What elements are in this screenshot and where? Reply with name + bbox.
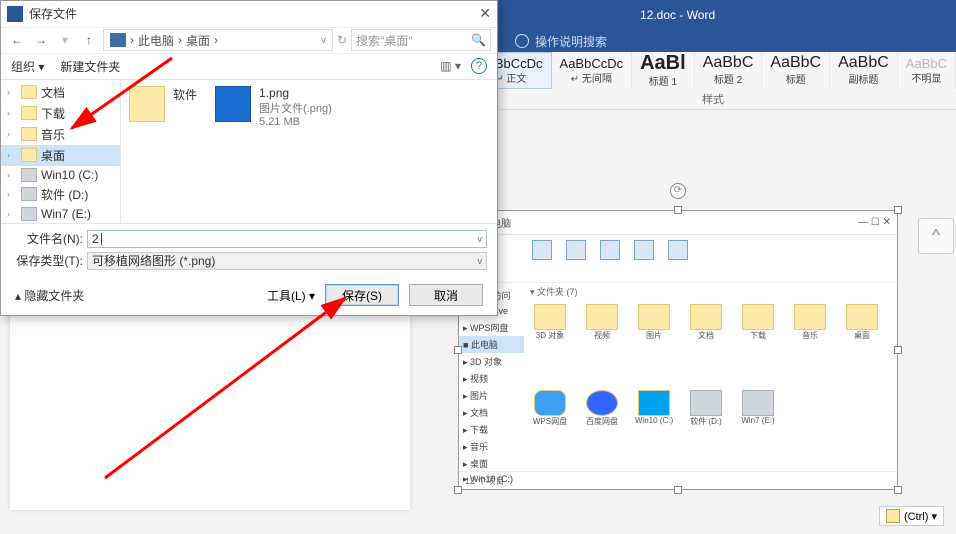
forward-button[interactable]: → [31, 33, 51, 47]
tree-item[interactable]: ›桌面 [1, 145, 120, 166]
search-placeholder: 搜索"桌面" [356, 32, 413, 49]
app-icon [7, 6, 23, 22]
file-list[interactable]: 软件 1.png图片文件(.png)5.21 MB [121, 80, 497, 223]
tool-icon [532, 240, 552, 260]
tools-menu[interactable]: 工具(L) ▾ [267, 287, 315, 304]
tree-item[interactable]: ›下载 [1, 103, 120, 124]
styles-gallery[interactable]: AaBbCcDc↵ 正文AaBbCcDc↵ 无间隔AaBl标题 1AaBbC标题… [470, 52, 956, 89]
dialog-footer: ▴ 隐藏文件夹 工具(L) ▾ 保存(S) 取消 [1, 276, 497, 315]
back-button[interactable]: ← [7, 33, 27, 47]
resize-handle[interactable] [454, 486, 462, 494]
resize-handle[interactable] [674, 206, 682, 214]
resize-handle[interactable] [454, 346, 462, 354]
paste-options-button[interactable]: (Ctrl) ▾ [879, 506, 944, 526]
style-item[interactable]: AaBbC标题 [762, 52, 830, 89]
filetype-label: 保存类型(T): [11, 252, 83, 269]
dialog-navbar: ← → ▾ ↑ › 此电脑 › 桌面 › v ↻ 搜索"桌面" 🔍 [1, 27, 497, 55]
clipboard-icon [886, 509, 900, 523]
filetype-combo[interactable]: 可移植网络图形 (*.png) v [87, 252, 487, 270]
explorer-window-controls: — ☐ ✕ [858, 217, 891, 228]
explorer-grid: 3D 对象视频图片文档下载音乐桌面 [524, 300, 897, 386]
dialog-command-bar: 组织 ▾ 新建文件夹 ▥ ▾ ? [1, 54, 497, 80]
breadcrumb[interactable]: › 此电脑 › 桌面 › v [103, 29, 333, 51]
tool-icon [566, 240, 586, 260]
close-button[interactable]: ✕ [479, 5, 491, 22]
style-item[interactable]: AaBbC副标题 [830, 52, 898, 89]
search-input[interactable]: 搜索"桌面" 🔍 [351, 29, 491, 51]
collapse-ribbon-button[interactable]: ^ [918, 218, 954, 254]
style-item[interactable]: AaBbC不明显 [898, 52, 956, 89]
hide-folders-toggle[interactable]: ▴ 隐藏文件夹 [15, 287, 84, 304]
file-item[interactable]: 1.png图片文件(.png)5.21 MB [215, 86, 332, 128]
breadcrumb-item[interactable]: 桌面 [186, 32, 210, 49]
tell-me-text: 操作说明搜索 [535, 33, 607, 50]
help-button[interactable]: ? [471, 58, 487, 74]
cancel-button[interactable]: 取消 [409, 284, 483, 306]
save-button[interactable]: 保存(S) [325, 284, 399, 306]
inserted-image[interactable]: ⟳ ▮ ▸ 此电脑 — ☐ ✕ ☆ 快速访问▸ OneDrive▸ WPS网盘■… [458, 210, 898, 490]
tree-item[interactable]: ›文档 [1, 82, 120, 103]
folder-group-label: ▾ 文件夹 (7) [524, 283, 897, 300]
resize-handle[interactable] [894, 346, 902, 354]
search-icon: 🔍 [471, 33, 486, 47]
pc-icon [110, 33, 126, 47]
paste-options-label: (Ctrl) ▾ [904, 510, 937, 523]
filename-label: 文件名(N): [11, 230, 83, 247]
filetype-value: 可移植网络图形 (*.png) [92, 252, 215, 269]
word-title-text: 12.doc - Word [640, 8, 715, 22]
resize-handle[interactable] [894, 486, 902, 494]
explorer-toolbar [459, 235, 897, 283]
tree-item[interactable]: ›Win10 (C:) [1, 166, 120, 184]
organize-menu[interactable]: 组织 ▾ [11, 58, 44, 75]
tool-icon [634, 240, 654, 260]
rotate-handle-icon[interactable]: ⟳ [670, 183, 686, 199]
filename-value: 2 [92, 232, 99, 246]
style-item[interactable]: AaBl标题 1 [632, 52, 695, 89]
save-file-dialog: 保存文件 ✕ ← → ▾ ↑ › 此电脑 › 桌面 › v ↻ 搜索"桌面" 🔍… [0, 0, 498, 316]
tool-icon [600, 240, 620, 260]
bulb-icon [515, 34, 529, 48]
folder-tree[interactable]: ›文档›下载›音乐›桌面›Win10 (C:)›软件 (D:)›Win7 (E:… [1, 80, 121, 223]
tree-item[interactable]: ›Win7 (E:) [1, 205, 120, 223]
explorer-grid: WPS网盘百度网盘Win10 (C:)软件 (D:)Win7 (E:) [524, 386, 897, 472]
tool-icon [668, 240, 688, 260]
file-item[interactable]: 软件 [129, 86, 197, 122]
up-button[interactable]: ↑ [79, 33, 99, 47]
breadcrumb-item[interactable]: 此电脑 [138, 32, 174, 49]
tree-item[interactable]: ›软件 (D:) [1, 184, 120, 205]
dialog-title-text: 保存文件 [29, 5, 77, 22]
tree-item[interactable]: ›音乐 [1, 124, 120, 145]
style-item[interactable]: AaBbC标题 2 [695, 52, 763, 89]
styles-group-label: 样式 [470, 89, 956, 109]
style-item[interactable]: AaBbCcDc↵ 无间隔 [552, 52, 633, 89]
dialog-titlebar: 保存文件 ✕ [1, 1, 497, 27]
filename-input[interactable]: 2 v [87, 230, 487, 248]
resize-handle[interactable] [894, 206, 902, 214]
view-button[interactable]: ▥ ▾ [440, 59, 461, 73]
explorer-titlebar: ▮ ▸ 此电脑 — ☐ ✕ [459, 211, 897, 235]
new-folder-button[interactable]: 新建文件夹 [60, 58, 120, 75]
resize-handle[interactable] [674, 486, 682, 494]
